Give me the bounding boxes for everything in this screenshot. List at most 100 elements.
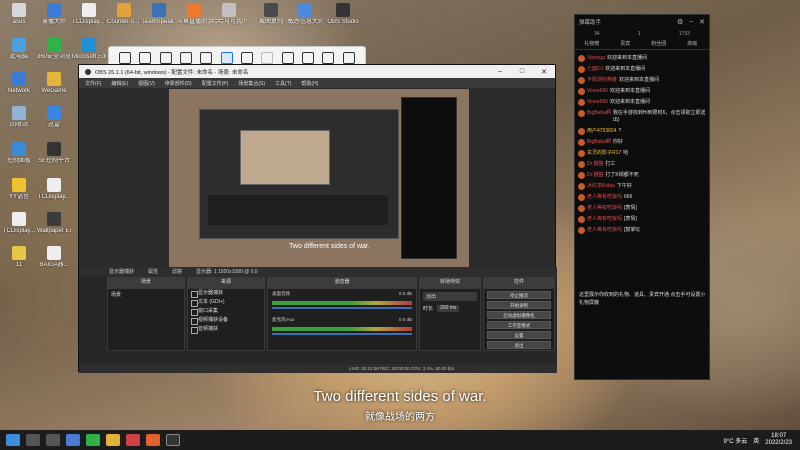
share-icon[interactable] xyxy=(302,52,315,64)
source-item[interactable]: 文本 (GDI+) xyxy=(188,298,264,307)
start-recording-button[interactable]: 开始录制 xyxy=(487,301,551,309)
desktop-icon[interactable]: YY语音 xyxy=(2,178,36,201)
source-item[interactable]: 显示器捕获 xyxy=(188,289,264,298)
desktop-icon[interactable]: SE控制平台 xyxy=(37,142,71,165)
desktop-icon[interactable]: 回收站 xyxy=(2,106,36,129)
chat-username[interactable]: Dr.猫猫 xyxy=(587,172,603,179)
virtual-camera-button[interactable]: 启动虚拟摄像机 xyxy=(487,311,551,319)
chat-username[interactable]: Dr.猫猫 xyxy=(587,161,603,168)
menu-file[interactable]: 文件(F) xyxy=(85,80,101,87)
widgets-icon[interactable] xyxy=(66,434,80,446)
desktop-icon[interactable]: TCDisplay... xyxy=(2,212,36,235)
expand-icon[interactable] xyxy=(159,52,172,64)
exit-button[interactable]: 退出 xyxy=(487,341,551,349)
menu-profile[interactable]: 配置文件(P) xyxy=(202,80,229,87)
obs-icon[interactable] xyxy=(166,434,180,446)
desktop-icon[interactable]: BAIGA器... xyxy=(37,246,71,269)
chat-username[interactable]: Vinee666 xyxy=(587,88,608,95)
desktop-icon[interactable]: 录播大师 xyxy=(37,3,71,26)
source-item[interactable]: 音频捕获 xyxy=(188,325,264,334)
duration-input[interactable]: 300 ms xyxy=(437,305,460,312)
chat-message-list[interactable]: Vipsoup 欢迎来到本直播间 七面DJ 欢迎来到本直播间 不羁游的英雄 欢迎来到本直播… xyxy=(575,53,711,285)
wechat-icon[interactable] xyxy=(86,434,100,446)
desktop-icon[interactable]: 控制面板 xyxy=(2,142,36,165)
language-indicator[interactable]: 英 xyxy=(753,436,759,445)
tab-gift-rank[interactable]: 礼物榜 xyxy=(575,40,609,49)
obs-preview-canvas[interactable]: Two different sides of war. xyxy=(169,89,469,277)
maximize-button[interactable]: □ xyxy=(511,68,533,76)
scroll-icon[interactable] xyxy=(119,52,132,64)
tab-fan-club[interactable]: 粉丝团 xyxy=(642,40,676,49)
chat-username[interactable]: 老人等有吃饭吗 xyxy=(587,227,622,234)
menu-scene-collection[interactable]: 场景集合(S) xyxy=(238,80,265,87)
menu-help[interactable]: 帮助(H) xyxy=(301,80,318,87)
game-icon[interactable] xyxy=(126,434,140,446)
menu-edit[interactable]: 编辑(E) xyxy=(111,80,128,87)
chat-username[interactable]: BigBaba啊 xyxy=(587,110,611,117)
desktop-icon[interactable]: Counter-S... Global Off... xyxy=(107,3,141,26)
chat-username[interactable]: 老人等有吃饭吗 xyxy=(587,205,622,212)
transition-select[interactable]: 淡出 xyxy=(423,292,477,301)
desktop-icon[interactable]: Wallpaper Engine:... xyxy=(37,212,71,235)
chat-username[interactable]: 冰红茶Kidaa xyxy=(587,183,615,190)
chat-username[interactable]: 不羁游的英雄 xyxy=(587,77,617,84)
camera-icon[interactable] xyxy=(180,52,193,64)
desktop-icon[interactable]: WeGame xyxy=(37,72,71,95)
desktop-icon[interactable]: TeamSpeak 3 xyxy=(142,3,176,26)
chat-username[interactable]: 玄灵的影子R17 xyxy=(587,150,621,157)
menu-tools[interactable]: 工具(T) xyxy=(275,80,291,87)
browser-icon[interactable] xyxy=(146,434,160,446)
desktop-icon[interactable]: 360安全浏览器 xyxy=(37,38,71,61)
desktop-icon[interactable]: 敏感信息大师 xyxy=(288,3,322,26)
tab-advanced[interactable]: 高级 xyxy=(676,40,710,49)
desktop-icon[interactable]: Network xyxy=(2,72,36,95)
desktop-icon[interactable]: 截图复制 xyxy=(254,3,288,26)
desktop-icon[interactable]: 此电脑 xyxy=(2,38,36,61)
filters-button[interactable]: 滤镜 xyxy=(172,267,182,277)
undo-icon[interactable] xyxy=(261,52,274,64)
chat-username[interactable]: Vinee666 xyxy=(587,99,608,106)
close-button[interactable]: ✕ xyxy=(533,68,555,76)
folder-icon[interactable] xyxy=(106,434,120,446)
task-view-icon[interactable] xyxy=(46,434,60,446)
chat-username[interactable]: BigBaba啊 xyxy=(587,139,611,146)
desktop-icon[interactable]: 迅雷 xyxy=(37,106,71,129)
start-icon[interactable] xyxy=(6,434,20,446)
minimize-button[interactable]: – xyxy=(689,18,693,26)
volume-slider[interactable] xyxy=(272,307,412,309)
save-icon[interactable] xyxy=(281,52,294,64)
menu-view[interactable]: 视图(V) xyxy=(138,80,155,87)
menu-docks[interactable]: 停靠部件(D) xyxy=(165,80,192,87)
source-item[interactable]: 视频捕获设备 xyxy=(188,316,264,325)
properties-button[interactable]: 属性 xyxy=(148,267,158,277)
studio-mode-button[interactable]: 工作室模式 xyxy=(487,321,551,329)
desktop-icon[interactable]: 11 xyxy=(2,246,36,269)
search-icon[interactable] xyxy=(26,434,40,446)
chat-username[interactable]: 七面DJ xyxy=(587,66,603,73)
scene-item[interactable]: 场景 xyxy=(108,289,184,300)
pen-icon[interactable] xyxy=(241,52,254,64)
desktop-icon[interactable]: asus xyxy=(2,3,36,26)
settings-button[interactable]: 设置 xyxy=(487,331,551,339)
desktop-icon[interactable]: TCDisplay... xyxy=(37,178,71,201)
chat-username[interactable]: 用户4793824 xyxy=(587,128,616,135)
desktop-icon[interactable]: Microsoft Edge xyxy=(72,38,106,61)
desktop-icon[interactable]: 斗鱼直播助手 xyxy=(177,3,211,26)
desktop-icon[interactable]: 哈哈可可我的 xyxy=(212,3,246,26)
record-icon[interactable] xyxy=(200,52,213,64)
desktop-icon[interactable]: OBS Studio xyxy=(326,3,360,26)
gear-icon[interactable]: ⚙ xyxy=(677,18,683,26)
more-icon[interactable] xyxy=(342,52,355,64)
chat-username[interactable]: Vipsoup xyxy=(587,55,605,62)
desktop-icon[interactable]: TCDisplay... (1) xyxy=(72,3,106,26)
screen-icon[interactable] xyxy=(139,52,152,64)
region-icon[interactable] xyxy=(220,52,233,64)
close-button[interactable]: ✕ xyxy=(699,18,705,26)
chat-username[interactable]: 老人等有吃饭吗 xyxy=(587,194,622,201)
clock[interactable]: 18:07 2022/2/23 xyxy=(765,433,792,447)
stop-streaming-button[interactable]: 停止推流 xyxy=(487,291,551,299)
weather-widget[interactable]: 9°C 多云 xyxy=(724,436,748,445)
volume-slider[interactable] xyxy=(272,333,412,335)
gear-icon[interactable] xyxy=(322,52,335,64)
source-item[interactable]: 窗口采集 xyxy=(188,307,264,316)
